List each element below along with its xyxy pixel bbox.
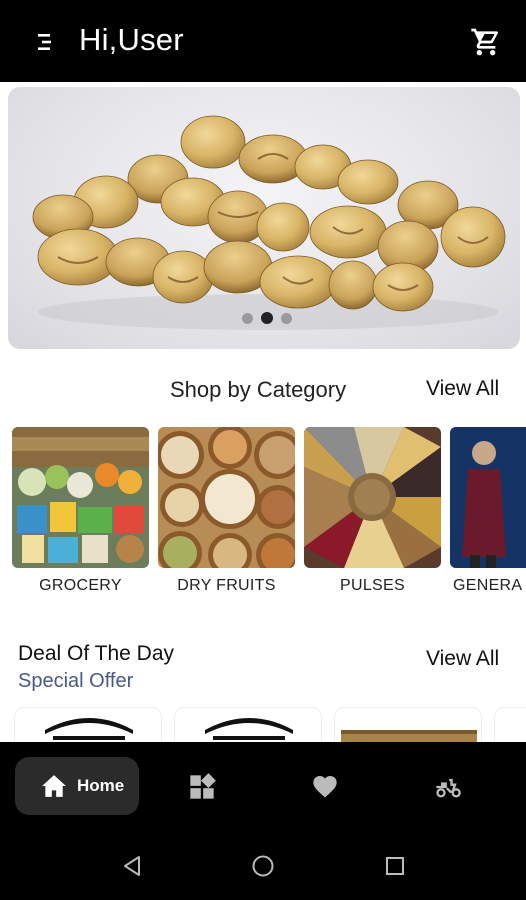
- deal-card[interactable]: [14, 707, 162, 742]
- carousel-dot[interactable]: [242, 312, 253, 324]
- dry-fruits-image: [158, 427, 295, 568]
- general-image: [450, 427, 526, 568]
- delivery-scooter-icon[interactable]: [434, 773, 462, 801]
- cart-icon[interactable]: [470, 26, 502, 58]
- deal-of-the-day-title: Deal Of The Day: [18, 642, 175, 665]
- pistachio-image: [32, 115, 506, 330]
- recents-icon[interactable]: [383, 854, 407, 878]
- system-navigation: [0, 832, 526, 900]
- category-general[interactable]: GENERA: [450, 427, 526, 595]
- deal-card[interactable]: [174, 707, 322, 742]
- bottom-navigation: Home: [0, 742, 526, 832]
- menu-icon[interactable]: [36, 32, 56, 52]
- promo-banner[interactable]: [8, 87, 520, 349]
- carousel-dot-active[interactable]: [261, 312, 273, 324]
- category-label: GENERA: [453, 577, 523, 594]
- category-label: DRY FRUITS: [177, 577, 276, 594]
- carousel-dots[interactable]: [242, 312, 292, 324]
- main-content: Shop by Category View All GROCERY DRY FR…: [0, 82, 526, 742]
- deal-card[interactable]: [334, 707, 482, 742]
- pulses-image: [304, 427, 441, 568]
- category-label: GROCERY: [39, 577, 122, 594]
- category-dry-fruits[interactable]: DRY FRUITS: [158, 427, 295, 595]
- back-icon[interactable]: [120, 854, 144, 878]
- home-icon: [42, 775, 66, 797]
- nav-home-button[interactable]: Home: [15, 757, 139, 815]
- greeting-title: Hi,User: [79, 22, 184, 57]
- carousel-dot[interactable]: [281, 312, 292, 324]
- app-bar: Hi,User: [0, 0, 526, 82]
- home-circle-icon[interactable]: [251, 854, 275, 878]
- category-grocery[interactable]: GROCERY: [12, 427, 149, 595]
- heart-icon[interactable]: [311, 773, 339, 801]
- grocery-image: [12, 427, 149, 568]
- deal-card[interactable]: [494, 707, 526, 742]
- nav-home-label: Home: [77, 776, 125, 795]
- category-label: PULSES: [340, 577, 405, 594]
- dashboard-icon[interactable]: [188, 773, 216, 801]
- shop-by-category-title: Shop by Category: [170, 377, 347, 402]
- categories-view-all-link[interactable]: View All: [426, 377, 499, 401]
- category-pulses[interactable]: PULSES: [304, 427, 441, 595]
- special-offer-subtitle: Special Offer: [18, 670, 134, 692]
- deals-view-all-link[interactable]: View All: [426, 647, 499, 671]
